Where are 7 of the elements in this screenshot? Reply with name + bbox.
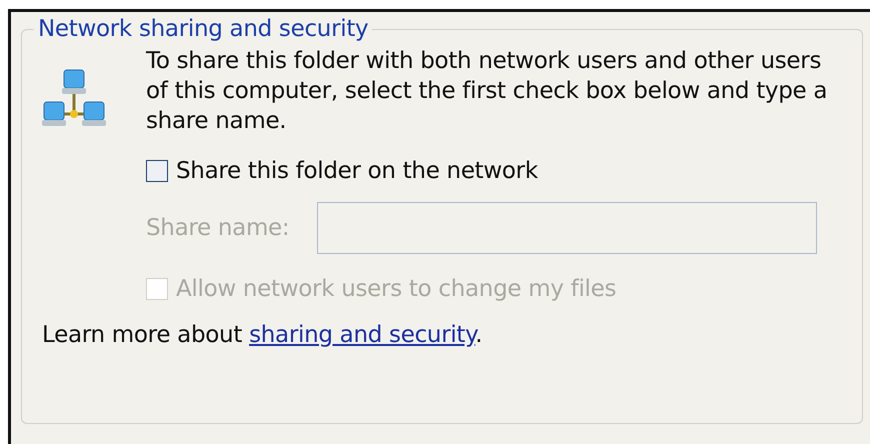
sharing-security-link[interactable]: sharing and security xyxy=(249,322,476,348)
share-checkbox[interactable] xyxy=(146,160,168,182)
learn-more-text: Learn more about sharing and security. xyxy=(42,322,484,348)
description-text: To share this folder with both network users and other users of this computer, select the first check box below and type a share name. xyxy=(146,47,828,136)
checkbox-label[interactable]: Share this folder on the network xyxy=(176,158,538,184)
share-name-label: Share name: xyxy=(146,215,290,241)
group-title: Network sharing and security xyxy=(37,16,370,42)
